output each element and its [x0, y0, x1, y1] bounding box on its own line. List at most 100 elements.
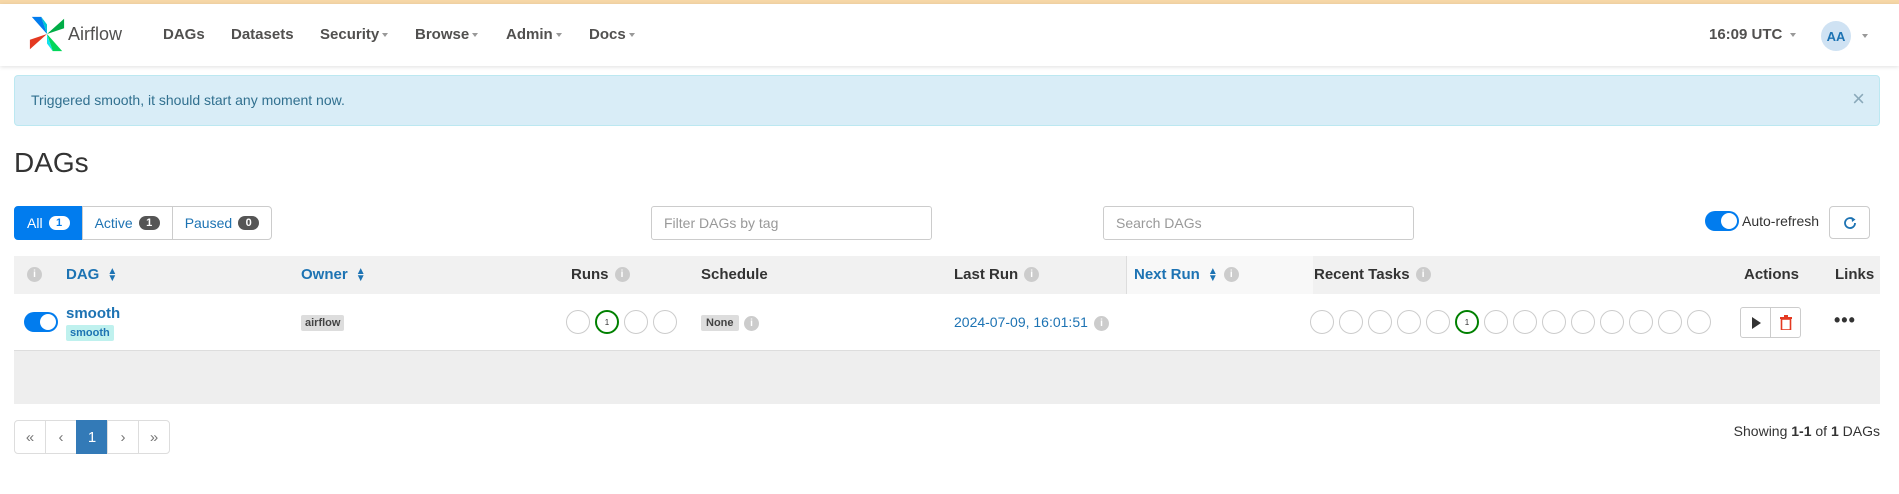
column-schedule: Schedule — [701, 266, 768, 283]
filter-all-button[interactable]: All 1 — [14, 206, 83, 240]
page-title: DAGs — [14, 147, 89, 178]
task-status-circle[interactable] — [1571, 310, 1595, 334]
task-status-circle[interactable] — [1513, 310, 1537, 334]
filter-active-label: Active — [94, 215, 133, 231]
run-status-circle-queued[interactable] — [566, 310, 590, 334]
run-status-circle-success[interactable]: 1 — [595, 310, 619, 334]
showing-prefix: Showing — [1733, 423, 1792, 439]
last-page-button[interactable]: » — [138, 420, 170, 454]
task-status-circle[interactable] — [1600, 310, 1624, 334]
task-status-circle[interactable] — [1542, 310, 1566, 334]
info-icon: i — [1094, 316, 1109, 331]
column-next-run[interactable]: Next Run ▲ ▼ i — [1134, 266, 1239, 283]
task-status-circle[interactable] — [1339, 310, 1363, 334]
schedule-tag: None — [701, 315, 739, 331]
refresh-button[interactable] — [1829, 206, 1870, 239]
prev-page-button[interactable]: ‹ — [45, 420, 77, 454]
trigger-dag-button[interactable] — [1740, 307, 1771, 338]
run-status-circle-failed[interactable] — [653, 310, 677, 334]
avatar[interactable]: AA — [1821, 21, 1851, 51]
showing-count: Showing 1-1 of 1 DAGs — [1734, 423, 1880, 439]
delete-dag-button[interactable] — [1770, 307, 1801, 338]
column-runs-label: Runs — [571, 266, 609, 283]
nav-security-label: Security — [320, 26, 380, 43]
nav-docs-label: Docs — [589, 26, 626, 43]
task-status-circle[interactable] — [1629, 310, 1653, 334]
nav-admin[interactable]: Admin — [506, 26, 562, 43]
table-header: i DAG ▲ ▼ Owner ▲ ▼ Runs i Schedule Last R… — [14, 256, 1880, 294]
auto-refresh-toggle[interactable] — [1705, 211, 1739, 231]
filter-paused-count: 0 — [238, 216, 260, 230]
next-page-button[interactable]: › — [107, 420, 139, 454]
close-icon[interactable]: × — [1852, 86, 1865, 112]
auto-refresh-label: Auto-refresh — [1742, 213, 1820, 229]
showing-range: 1-1 — [1791, 423, 1812, 439]
nav-docs[interactable]: Docs — [589, 26, 635, 43]
chevron-down-icon[interactable] — [1862, 34, 1868, 38]
column-actions: Actions — [1744, 266, 1800, 283]
dag-tag[interactable]: smooth — [66, 325, 114, 341]
column-owner-label: Owner — [301, 266, 348, 283]
dags-table: i DAG ▲ ▼ Owner ▲ ▼ Runs i Schedule Last R… — [14, 256, 1880, 404]
showing-suffix: DAGs — [1838, 423, 1880, 439]
info-icon: i — [1415, 267, 1431, 282]
table-row: smooth smooth airflow 1 None i 2024-07-0… — [14, 294, 1880, 351]
dag-link[interactable]: smooth — [66, 305, 120, 322]
first-page-button[interactable]: « — [14, 420, 46, 454]
clock[interactable]: 16:09 UTC — [1709, 26, 1797, 43]
nav-security[interactable]: Security — [320, 26, 389, 43]
chevron-down-icon — [555, 33, 562, 38]
column-recent-tasks: Recent Tasks i — [1314, 266, 1431, 283]
brand[interactable]: Airflow — [28, 14, 122, 54]
play-icon — [1751, 316, 1761, 329]
column-runs: Runs i — [571, 266, 630, 283]
filter-active-button[interactable]: Active 1 — [81, 206, 173, 240]
dag-pause-toggle[interactable] — [24, 312, 58, 332]
task-status-circle[interactable] — [1484, 310, 1508, 334]
nav-browse[interactable]: Browse — [415, 26, 479, 43]
airflow-pinwheel-icon — [29, 16, 65, 52]
column-last-run: Last Run i — [954, 266, 1040, 283]
brand-name: Airflow — [68, 23, 123, 44]
task-status-circle[interactable] — [1397, 310, 1421, 334]
column-links: Links — [1835, 266, 1875, 283]
refresh-icon — [1843, 216, 1856, 229]
column-owner[interactable]: Owner ▲ ▼ — [301, 266, 366, 283]
page-1-button[interactable]: 1 — [76, 420, 108, 454]
chevron-down-icon — [472, 33, 479, 38]
task-status-circle[interactable] — [1426, 310, 1450, 334]
column-last-run-label: Last Run — [954, 266, 1019, 283]
filter-paused-label: Paused — [184, 215, 233, 231]
nav-dags[interactable]: DAGs — [163, 26, 205, 43]
tag-filter-input[interactable]: Filter DAGs by tag — [651, 206, 932, 240]
filter-active-count: 1 — [138, 216, 160, 230]
status-filter-group: All 1 Active 1 Paused 0 — [14, 206, 273, 240]
filter-all-label: All — [27, 215, 43, 231]
links-menu-icon[interactable]: ••• — [1834, 310, 1856, 331]
task-status-circle[interactable] — [1687, 310, 1711, 334]
task-status-circle[interactable] — [1368, 310, 1392, 334]
sort-icon: ▲ ▼ — [107, 265, 118, 284]
column-dag[interactable]: DAG ▲ ▼ — [66, 266, 117, 283]
run-status-circle-running[interactable] — [624, 310, 648, 334]
column-dag-label: DAG — [66, 266, 100, 283]
pagination: « ‹ 1 › » — [14, 420, 170, 454]
info-icon: i — [1024, 267, 1040, 282]
owner-tag[interactable]: airflow — [301, 315, 345, 331]
task-status-circle-success[interactable]: 1 — [1455, 310, 1479, 334]
info-icon: i — [27, 267, 42, 282]
task-status-circle[interactable] — [1658, 310, 1682, 334]
filter-paused-button[interactable]: Paused 0 — [171, 206, 273, 240]
sort-icon: ▲ ▼ — [1207, 265, 1218, 284]
info-icon: i — [1223, 267, 1239, 282]
chevron-down-icon — [382, 33, 389, 38]
last-run-link[interactable]: 2024-07-09, 16:01:51 — [954, 314, 1088, 330]
column-next-run-label: Next Run — [1134, 266, 1200, 283]
nav-datasets[interactable]: Datasets — [231, 26, 294, 43]
task-status-circle[interactable] — [1310, 310, 1334, 334]
clock-time: 16:09 UTC — [1709, 26, 1783, 43]
nav-admin-label: Admin — [506, 26, 553, 43]
filter-all-count: 1 — [48, 216, 70, 230]
nav-browse-label: Browse — [415, 26, 470, 43]
search-input[interactable]: Search DAGs — [1103, 206, 1414, 240]
